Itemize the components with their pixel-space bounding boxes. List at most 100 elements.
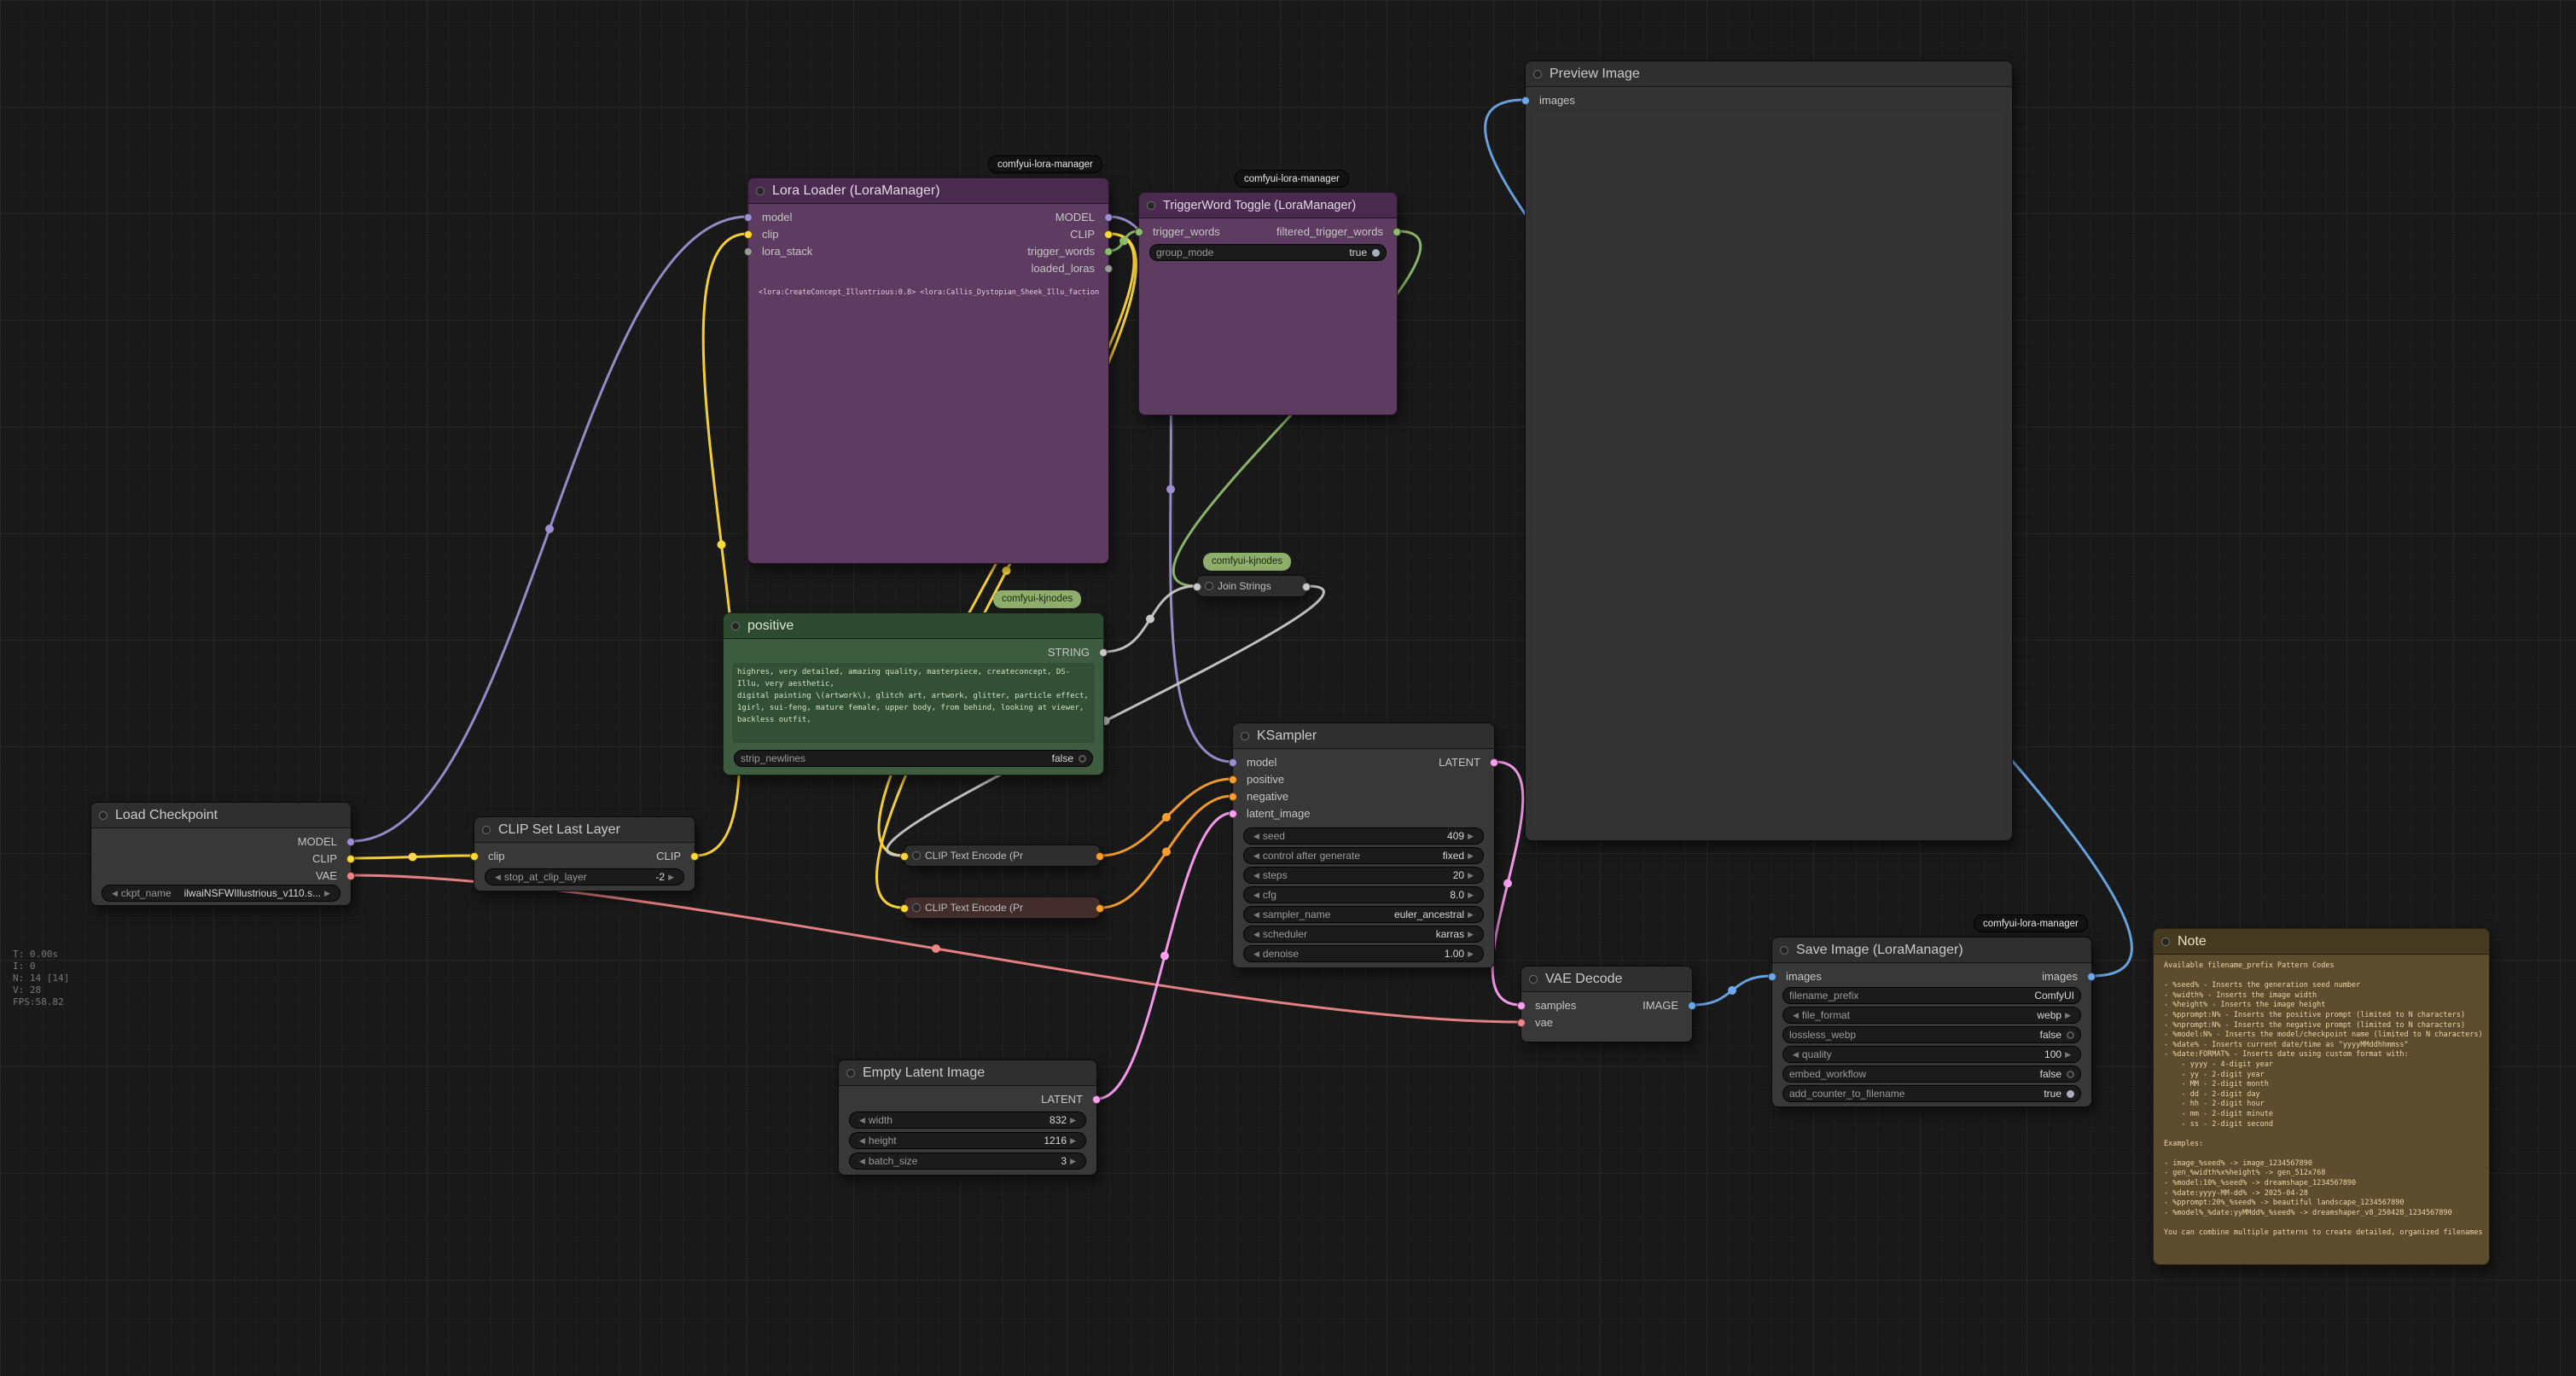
collapse-dot-icon[interactable]: [912, 903, 921, 912]
stop-at-clip-layer-widget[interactable]: ◀ stop_at_clip_layer -2 ▶: [485, 868, 684, 885]
collapse-dot-icon[interactable]: [846, 1069, 855, 1077]
node-titlebar[interactable]: KSampler: [1233, 723, 1494, 749]
node-titlebar[interactable]: Lora Loader (LoraManager): [748, 178, 1108, 204]
node-ksampler[interactable]: KSampler model positive negative latent_…: [1232, 723, 1495, 968]
string-port-dot[interactable]: [1099, 648, 1108, 657]
seed-widget[interactable]: ◀seed409▶: [1243, 827, 1484, 845]
node-titlebar[interactable]: Preview Image: [1526, 61, 2012, 87]
prev-arrow-icon[interactable]: ◀: [1250, 930, 1263, 939]
prev-arrow-icon[interactable]: ◀: [1789, 1050, 1802, 1060]
node-titlebar[interactable]: Note: [2154, 929, 2489, 955]
image-port-dot[interactable]: [1521, 96, 1530, 105]
model-port-dot[interactable]: [1229, 758, 1237, 767]
quality-widget[interactable]: ◀quality100▶: [1782, 1046, 2081, 1063]
filename-prefix-widget[interactable]: filename_prefixComfyUI: [1782, 987, 2081, 1004]
collapse-dot-icon[interactable]: [99, 811, 108, 820]
file-format-widget[interactable]: ◀file_formatwebp▶: [1782, 1007, 2081, 1024]
loaded-loras-port-dot[interactable]: [1104, 264, 1113, 273]
next-arrow-icon[interactable]: ▶: [2061, 1011, 2074, 1020]
trigger-words-port-dot[interactable]: [1135, 228, 1143, 236]
node-save-image[interactable]: Save Image (LoraManager) images images f…: [1771, 937, 2092, 1107]
node-titlebar[interactable]: TriggerWord Toggle (LoraManager): [1139, 193, 1397, 218]
toggle-on-dot[interactable]: [2067, 1090, 2074, 1098]
toggle-off-dot[interactable]: [2067, 1031, 2074, 1039]
collapsed-input-dot[interactable]: [1193, 583, 1201, 591]
prev-arrow-icon[interactable]: ◀: [1250, 949, 1263, 959]
node-titlebar[interactable]: positive: [724, 613, 1103, 639]
next-arrow-icon[interactable]: ▶: [1464, 832, 1477, 841]
node-clip-set-last-layer[interactable]: CLIP Set Last Layer clip CLIP ◀ stop_at_…: [474, 816, 695, 891]
conditioning-port-dot[interactable]: [1229, 775, 1237, 784]
batch-size-widget[interactable]: ◀batch_size3▶: [849, 1152, 1086, 1170]
collapse-dot-icon[interactable]: [731, 622, 740, 630]
toggle-on-dot[interactable]: [1372, 249, 1380, 257]
next-arrow-icon[interactable]: ▶: [2061, 1050, 2074, 1060]
collapsed-output-dot[interactable]: [1096, 852, 1104, 861]
node-load-checkpoint[interactable]: Load Checkpoint MODEL CLIP VAE ◀ ckpt_na…: [90, 802, 352, 906]
prev-arrow-icon[interactable]: ◀: [1250, 832, 1263, 841]
node-empty-latent-image[interactable]: Empty Latent Image LATENT ◀width832▶ ◀he…: [838, 1060, 1097, 1176]
vae-port-dot[interactable]: [346, 872, 355, 880]
collapse-dot-icon[interactable]: [756, 187, 765, 195]
prev-arrow-icon[interactable]: ◀: [1250, 851, 1263, 861]
node-titlebar[interactable]: Save Image (LoraManager): [1772, 938, 2091, 963]
graph-canvas[interactable]: Load Checkpoint MODEL CLIP VAE ◀ ckpt_na…: [0, 0, 2576, 1376]
node-clip-text-encode-positive[interactable]: CLIP Text Encode (Pr: [904, 845, 1101, 867]
latent-port-dot[interactable]: [1092, 1095, 1101, 1104]
sampler-name-widget[interactable]: ◀sampler_nameeuler_ancestral▶: [1243, 906, 1484, 923]
next-arrow-icon[interactable]: ▶: [1067, 1157, 1079, 1166]
control-after-generate-widget[interactable]: ◀control after generatefixed▶: [1243, 847, 1484, 864]
node-note[interactable]: Note Available filename_prefix Pattern C…: [2153, 928, 2490, 1265]
group-mode-toggle[interactable]: group_mode true: [1149, 244, 1387, 261]
scheduler-widget[interactable]: ◀schedulerkarras▶: [1243, 926, 1484, 943]
prev-arrow-icon[interactable]: ◀: [856, 1157, 869, 1166]
next-arrow-icon[interactable]: ▶: [321, 889, 334, 898]
latent-port-dot[interactable]: [1490, 758, 1498, 767]
clip-port-dot[interactable]: [744, 230, 753, 239]
node-triggerword-toggle[interactable]: TriggerWord Toggle (LoraManager) trigger…: [1138, 192, 1398, 415]
image-port-dot[interactable]: [2087, 972, 2096, 981]
conditioning-port-dot[interactable]: [1229, 793, 1237, 801]
prev-arrow-icon[interactable]: ◀: [1789, 1011, 1802, 1020]
next-arrow-icon[interactable]: ▶: [1464, 871, 1477, 880]
next-arrow-icon[interactable]: ▶: [1067, 1136, 1079, 1146]
model-port-dot[interactable]: [346, 838, 355, 846]
collapse-dot-icon[interactable]: [1205, 582, 1213, 590]
node-titlebar[interactable]: Empty Latent Image: [839, 1060, 1096, 1086]
node-vae-decode[interactable]: VAE Decode samples vae IMAGE: [1521, 966, 1693, 1042]
next-arrow-icon[interactable]: ▶: [1067, 1116, 1079, 1125]
collapse-dot-icon[interactable]: [1241, 732, 1249, 740]
model-port-dot[interactable]: [744, 213, 753, 222]
prev-arrow-icon[interactable]: ◀: [1250, 891, 1263, 900]
node-lora-loader[interactable]: Lora Loader (LoraManager) model clip lor…: [747, 177, 1109, 564]
denoise-widget[interactable]: ◀denoise1.00▶: [1243, 945, 1484, 962]
collapse-dot-icon[interactable]: [1529, 975, 1538, 984]
next-arrow-icon[interactable]: ▶: [665, 873, 677, 882]
collapsed-output-dot[interactable]: [1302, 583, 1311, 591]
collapse-dot-icon[interactable]: [1533, 70, 1542, 78]
embed-workflow-toggle[interactable]: embed_workflowfalse: [1782, 1065, 2081, 1083]
ckpt-name-widget[interactable]: ◀ ckpt_name ilwaiNSFWIllustrious_v110.s.…: [102, 885, 340, 902]
image-port-dot[interactable]: [1768, 972, 1776, 981]
node-join-strings[interactable]: Join Strings: [1196, 575, 1307, 597]
latent-port-dot[interactable]: [1517, 1002, 1526, 1010]
prev-arrow-icon[interactable]: ◀: [1250, 910, 1263, 920]
node-clip-text-encode-negative[interactable]: CLIP Text Encode (Pr: [904, 897, 1101, 919]
node-preview-image[interactable]: Preview Image images: [1525, 61, 2013, 841]
clip-port-dot[interactable]: [470, 852, 479, 861]
next-arrow-icon[interactable]: ▶: [1464, 891, 1477, 900]
vae-port-dot[interactable]: [1517, 1019, 1526, 1027]
trigger-words-port-dot[interactable]: [1104, 247, 1113, 256]
collapse-dot-icon[interactable]: [482, 826, 491, 834]
next-arrow-icon[interactable]: ▶: [1464, 930, 1477, 939]
collapsed-output-dot[interactable]: [1096, 904, 1104, 913]
clip-port-dot[interactable]: [690, 852, 699, 861]
collapse-dot-icon[interactable]: [2161, 938, 2170, 946]
add-counter-to-filename-toggle[interactable]: add_counter_to_filenametrue: [1782, 1085, 2081, 1102]
lora-stack-port-dot[interactable]: [744, 247, 753, 256]
prev-arrow-icon[interactable]: ◀: [1250, 871, 1263, 880]
steps-widget[interactable]: ◀steps20▶: [1243, 867, 1484, 884]
lora-syntax-text[interactable]: <lora:CreateConcept_Illustrious:0.8> <lo…: [759, 287, 1100, 298]
next-arrow-icon[interactable]: ▶: [1464, 949, 1477, 959]
node-titlebar[interactable]: Load Checkpoint: [91, 803, 351, 828]
